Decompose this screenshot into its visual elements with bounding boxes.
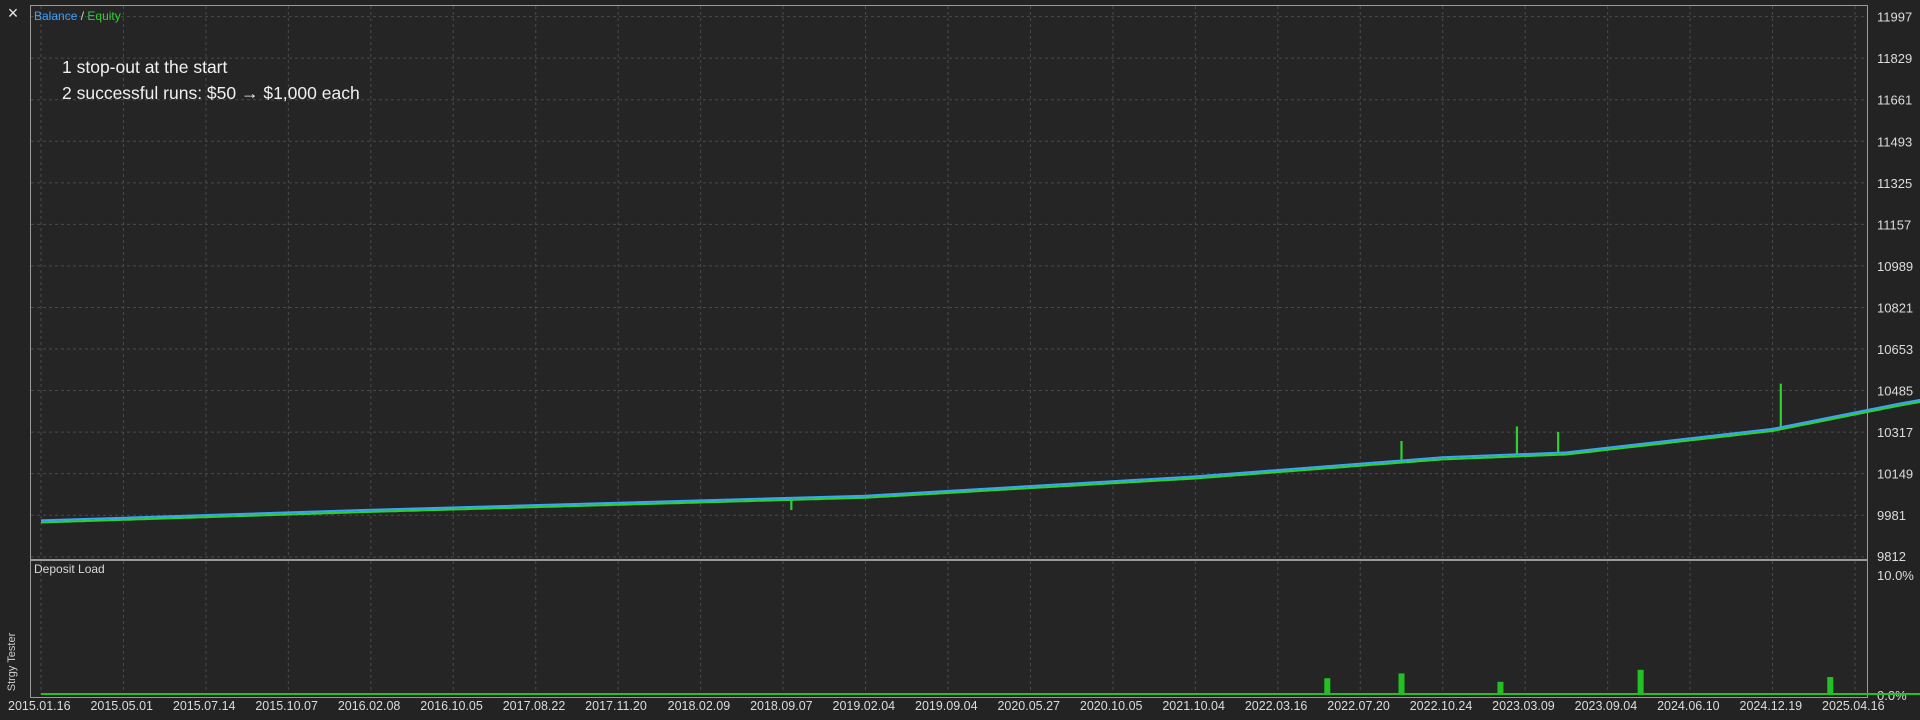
- x-tick-label: 2016.10.05: [420, 699, 483, 713]
- y-tick-label: 11157: [1877, 217, 1911, 232]
- balance-line: [40, 398, 1920, 522]
- y-tick-label: 9812: [1877, 549, 1906, 564]
- x-tick-label: 2023.03.09: [1492, 699, 1555, 713]
- y-tick-label: 11325: [1877, 176, 1912, 191]
- deposit-load-bar: [1398, 673, 1405, 695]
- x-tick-label: 2015.01.16: [8, 699, 71, 713]
- y-tick-label: 10317: [1877, 425, 1913, 440]
- y-tick-label: 11829: [1877, 51, 1912, 66]
- legend-separator: /: [77, 9, 88, 23]
- x-tick-label: 2020.05.27: [997, 699, 1060, 713]
- annotation-line-2: 2 successful runs: $50 → $1,000 each: [62, 83, 360, 103]
- x-tick-label: 2024.12.19: [1740, 699, 1803, 713]
- y-tick-label: 11493: [1877, 134, 1912, 149]
- x-tick-label: 2015.05.01: [90, 699, 153, 713]
- chart-svg: 2015.01.16 2015.05.01 2015.07.14 2015.10.07…: [8, 6, 1920, 713]
- chart-legend: Balance / Equity: [34, 9, 121, 23]
- deposit-load-bar: [1497, 681, 1504, 695]
- x-tick-label: 2022.03.16: [1245, 699, 1308, 713]
- load-y-tick-label: 0.0%: [1877, 688, 1907, 703]
- x-tick-label: 2017.11.20: [585, 699, 647, 713]
- x-tick-label: 2017.08.22: [503, 699, 566, 713]
- deposit-load-bar: [1324, 678, 1331, 695]
- y-tick-label: 10821: [1877, 300, 1913, 315]
- equity-line: [40, 400, 1920, 524]
- x-tick-label: 2024.06.10: [1657, 699, 1720, 713]
- x-tick-label: 2019.02.04: [833, 699, 896, 713]
- x-tick-label: 2015.10.07: [255, 699, 318, 713]
- legend-balance: Balance: [34, 9, 78, 23]
- legend-equity: Equity: [87, 9, 121, 23]
- y-tick-label: 9981: [1877, 508, 1906, 523]
- chart-annotation: 1 stop-out at the start 2 successful run…: [62, 54, 360, 106]
- deposit-load-bar: [1827, 677, 1834, 695]
- x-tick-label: 2023.09.04: [1575, 699, 1638, 713]
- y-tick-label: 11997: [1877, 10, 1912, 25]
- x-tick-label: 2020.10.05: [1080, 699, 1143, 713]
- y-tick-label: 10989: [1877, 259, 1913, 274]
- x-tick-label: 2018.02.09: [668, 699, 731, 713]
- y-tick-label: 10485: [1877, 384, 1913, 399]
- x-tick-label: 2022.10.24: [1410, 699, 1473, 713]
- y-tick-label: 11661: [1877, 93, 1912, 108]
- x-tick-label: 2015.07.14: [173, 699, 236, 713]
- x-tick-label: 2022.07.20: [1327, 699, 1390, 713]
- deposit-load-bar: [1637, 669, 1644, 695]
- annotation-line-1: 1 stop-out at the start: [62, 57, 228, 77]
- x-tick-label: 2021.10.04: [1162, 699, 1225, 713]
- y-tick-label: 10653: [1877, 342, 1913, 357]
- y-tick-label: 10149: [1877, 467, 1913, 482]
- load-y-tick-label: 10.0%: [1877, 568, 1914, 583]
- x-tick-label: 2018.09.07: [750, 699, 813, 713]
- deposit-load-title: Deposit Load: [34, 562, 105, 576]
- x-tick-label: 2016.02.08: [338, 699, 401, 713]
- x-tick-label: 2025.04.16: [1822, 699, 1885, 713]
- x-tick-label: 2019.09.04: [915, 699, 978, 713]
